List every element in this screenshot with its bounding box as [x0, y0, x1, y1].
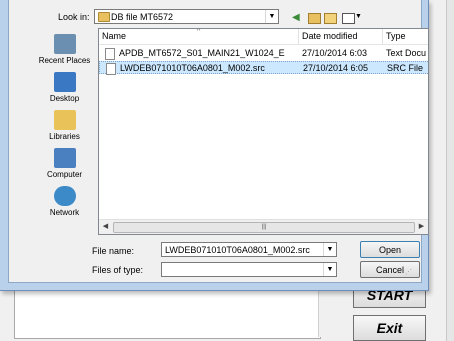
- file-name-input[interactable]: LWDEB071010T06A0801_M002.src ▼: [161, 242, 337, 257]
- log-scrollbar[interactable]: [318, 285, 333, 337]
- file-date: 27/10/2014 6:03: [302, 48, 368, 58]
- cancel-button-label: Cancel: [375, 265, 404, 275]
- file-name: APDB_MT6572_S01_MAIN21_W1024_E: [119, 48, 285, 58]
- column-header-type[interactable]: Type: [383, 29, 428, 44]
- open-file-dialog: Look in: DB file MT6572 ▼ ◀ ▼ Recent Pla…: [0, 0, 429, 291]
- files-of-type-dropdown[interactable]: ▼: [161, 262, 337, 277]
- file-row-selected[interactable]: LWDEB071010T06A0801_M002.src 27/10/2014 …: [99, 61, 428, 75]
- files-of-type-label: Files of type:: [92, 265, 144, 275]
- log-panel: [14, 285, 321, 339]
- column-name-label: Name: [102, 31, 127, 41]
- place-libraries[interactable]: Libraries: [37, 110, 92, 141]
- place-label: Computer: [46, 170, 83, 179]
- chevron-down-icon[interactable]: ▼: [265, 10, 278, 23]
- places-bar: Recent Places Desktop Libraries Computer…: [37, 30, 92, 226]
- place-label: Desktop: [49, 94, 80, 103]
- open-button-label: Open: [378, 245, 402, 255]
- file-type: Text Docu: [386, 48, 427, 58]
- resize-grip-icon[interactable]: ⋰: [405, 268, 425, 278]
- text-file-icon: [105, 48, 115, 60]
- new-folder-icon[interactable]: [324, 13, 337, 24]
- libraries-icon: [53, 110, 76, 130]
- place-label: Recent Places: [38, 56, 91, 65]
- sort-ascending-icon: ^: [197, 28, 201, 35]
- folder-icon: [98, 12, 110, 22]
- header-divider: [99, 44, 428, 45]
- file-type: SRC File: [387, 63, 424, 73]
- scroll-thumb[interactable]: |||: [113, 222, 415, 233]
- up-folder-icon[interactable]: [308, 13, 321, 24]
- file-name-value: LWDEB071010T06A0801_M002.src: [165, 245, 310, 255]
- look-in-dropdown[interactable]: DB file MT6572 ▼: [94, 9, 279, 24]
- file-name-label: File name:: [92, 246, 135, 256]
- scroll-left-icon[interactable]: ◀: [99, 220, 112, 234]
- computer-icon: [53, 148, 76, 168]
- look-in-value: DB file MT6572: [111, 12, 174, 22]
- place-network[interactable]: Network: [37, 186, 92, 217]
- chevron-down-icon[interactable]: ▼: [323, 243, 336, 256]
- network-icon: [53, 186, 76, 206]
- file-row[interactable]: APDB_MT6572_S01_MAIN21_W1024_E 27/10/201…: [99, 47, 428, 60]
- place-computer[interactable]: Computer: [37, 148, 92, 179]
- look-in-label: Look in:: [58, 12, 90, 22]
- file-date: 27/10/2014 6:05: [303, 63, 369, 73]
- place-desktop[interactable]: Desktop: [37, 72, 92, 103]
- recent-places-icon: [53, 34, 76, 54]
- column-header-date[interactable]: Date modified: [299, 29, 383, 44]
- open-button[interactable]: Open: [360, 241, 420, 258]
- place-label: Network: [49, 208, 80, 217]
- scroll-right-icon[interactable]: ▶: [415, 220, 428, 234]
- file-list[interactable]: Name ^ Date modified Type APDB_MT6572_S0…: [98, 28, 429, 235]
- chevron-down-icon[interactable]: ▼: [323, 263, 336, 276]
- exit-button[interactable]: Exit: [353, 315, 426, 341]
- desktop-icon: [53, 72, 76, 92]
- view-menu-icon[interactable]: [342, 13, 355, 24]
- src-file-icon: [106, 63, 116, 75]
- column-date-label: Date modified: [302, 31, 358, 41]
- place-label: Libraries: [49, 132, 80, 141]
- horizontal-scrollbar[interactable]: ◀ ||| ▶: [99, 219, 428, 234]
- column-type-label: Type: [386, 31, 406, 41]
- view-dropdown-icon[interactable]: ▼: [355, 10, 362, 23]
- dialog-body: Look in: DB file MT6572 ▼ ◀ ▼ Recent Pla…: [8, 0, 429, 283]
- file-name: LWDEB071010T06A0801_M002.src: [120, 63, 265, 73]
- back-icon[interactable]: ◀: [292, 11, 300, 24]
- window-edge: [446, 0, 454, 341]
- place-recent-places[interactable]: Recent Places: [37, 34, 92, 65]
